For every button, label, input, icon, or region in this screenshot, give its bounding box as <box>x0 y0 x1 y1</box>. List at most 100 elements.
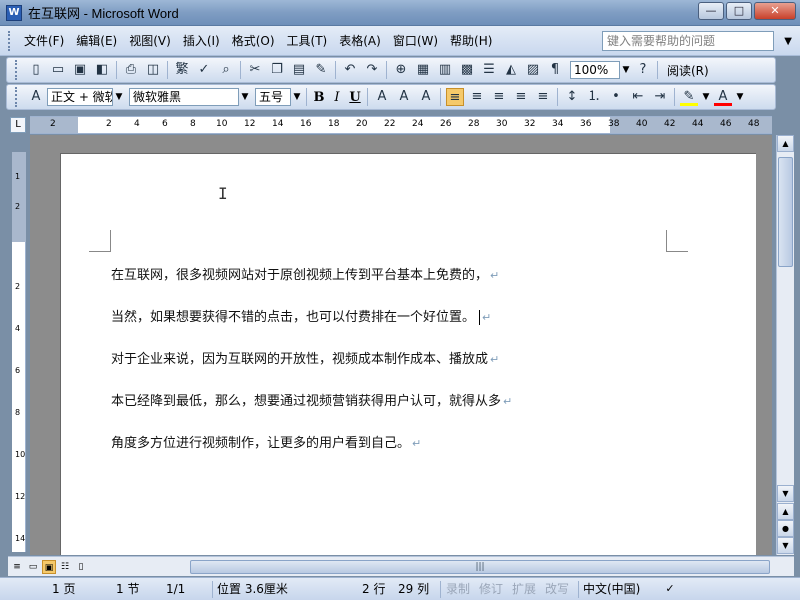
paste-icon[interactable]: ▤ <box>290 61 308 79</box>
bullets-icon[interactable]: • <box>607 88 625 106</box>
permission-icon[interactable]: ◧ <box>93 61 111 79</box>
drawing-icon[interactable]: ◭ <box>502 61 520 79</box>
justify-icon[interactable]: ≡ <box>512 88 530 106</box>
bold-icon[interactable]: B <box>310 90 328 105</box>
help-dropdown-arrow-icon[interactable]: ▼ <box>784 36 792 47</box>
document-line[interactable]: 角度多方位进行视频制作，让更多的用户看到自己。 ↵ <box>111 432 421 451</box>
char-shading-icon[interactable]: A <box>395 88 413 106</box>
status-track-changes[interactable]: 修订 <box>479 581 503 598</box>
vertical-scroll-thumb[interactable] <box>778 157 793 267</box>
horizontal-ruler[interactable]: 2 2 4 6 8 10 12 14 16 18 20 22 24 26 28 … <box>30 116 772 134</box>
toolbar-grip-handle[interactable] <box>15 87 19 107</box>
outline-view-icon[interactable]: ☷ <box>58 560 72 574</box>
spelling-icon[interactable]: ✓ <box>195 61 213 79</box>
insert-table-icon[interactable]: ▥ <box>436 61 454 79</box>
help-icon[interactable]: ? <box>634 61 652 79</box>
menu-format[interactable]: 格式(O) <box>226 26 281 56</box>
menu-insert[interactable]: 插入(I) <box>177 26 226 56</box>
font-dropdown-arrow-icon[interactable]: ▼ <box>239 88 251 106</box>
size-dropdown-arrow-icon[interactable]: ▼ <box>291 88 303 106</box>
redo-icon[interactable]: ↷ <box>363 61 381 79</box>
new-document-icon[interactable]: ▯ <box>27 61 45 79</box>
align-right-icon[interactable]: ≡ <box>490 88 508 106</box>
toolbar-grip-handle[interactable] <box>15 60 19 80</box>
columns-icon[interactable]: ☰ <box>480 61 498 79</box>
status-overtype[interactable]: 改写 <box>545 581 569 598</box>
vertical-ruler[interactable]: 1 2 2 4 6 8 10 12 14 <box>12 152 26 552</box>
underline-icon[interactable]: U <box>346 90 364 105</box>
font-color-dropdown-arrow-icon[interactable]: ▼ <box>734 88 746 106</box>
menu-grip-handle[interactable] <box>8 30 12 51</box>
next-page-icon[interactable]: ▼ <box>777 537 794 554</box>
char-scale-icon[interactable]: A <box>417 88 435 106</box>
highlight-icon[interactable]: ✎ <box>680 88 698 106</box>
document-line[interactable]: 对于企业来说，因为互联网的开放性，视频成本制作成本、播放成 ↵ <box>111 348 499 367</box>
zoom-input[interactable]: 100% <box>570 61 620 79</box>
italic-icon[interactable]: I <box>328 90 346 105</box>
help-search-input[interactable]: 键入需要帮助的问题 <box>602 31 774 51</box>
align-center-icon[interactable]: ≡ <box>468 88 486 106</box>
print-icon[interactable]: ⎙ <box>122 61 140 79</box>
zoom-dropdown-arrow-icon[interactable]: ▼ <box>620 61 632 79</box>
line-spacing-icon[interactable]: ↕ <box>563 88 581 106</box>
font-size-select[interactable]: 五号 <box>255 88 291 106</box>
menu-view[interactable]: 视图(V) <box>123 26 177 56</box>
undo-icon[interactable]: ↶ <box>341 61 359 79</box>
cut-icon[interactable]: ✂ <box>246 61 264 79</box>
insert-excel-icon[interactable]: ▩ <box>458 61 476 79</box>
menu-tools[interactable]: 工具(T) <box>281 26 334 56</box>
status-language[interactable]: 中文(中国) <box>583 581 640 598</box>
document-line[interactable]: 当然，如果想要获得不错的点击，也可以付费排在一个好位置。 ↵ <box>111 306 491 325</box>
style-select[interactable]: 正文 + 微软 <box>47 88 113 106</box>
save-icon[interactable]: ▣ <box>71 61 89 79</box>
decrease-indent-icon[interactable]: ⇤ <box>629 88 647 106</box>
browse-object-icon[interactable]: ● <box>777 520 794 537</box>
menu-table[interactable]: 表格(A) <box>333 26 387 56</box>
previous-page-icon[interactable]: ▲ <box>777 503 794 520</box>
align-left-icon[interactable]: ≡ <box>446 88 464 106</box>
styles-formatting-icon[interactable]: A <box>27 88 45 106</box>
document-line[interactable]: 本已经降到最低，那么，想要通过视频营销获得用户认可，就得从多 ↵ <box>111 390 512 409</box>
traditional-chinese-convert-icon[interactable]: 繁 <box>173 61 191 79</box>
horizontal-scroll-thumb[interactable]: ||| <box>190 560 770 574</box>
menu-help[interactable]: 帮助(H) <box>444 26 498 56</box>
font-select[interactable]: 微软雅黑 <box>129 88 239 106</box>
distributed-icon[interactable]: ≡ <box>534 88 552 106</box>
horizontal-scroll-track[interactable]: ||| <box>180 559 778 575</box>
scroll-down-icon[interactable]: ▼ <box>777 485 794 502</box>
increase-indent-icon[interactable]: ⇥ <box>651 88 669 106</box>
document-line[interactable]: 在互联网，很多视频网站对于原创视频上传到平台基本上免费的， ↵ <box>111 264 499 283</box>
menu-edit[interactable]: 编辑(E) <box>70 26 123 56</box>
print-layout-view-icon[interactable]: ▣ <box>42 560 56 574</box>
read-mode-button[interactable]: 阅读(R) <box>667 62 709 79</box>
scroll-up-icon[interactable]: ▲ <box>777 135 794 152</box>
close-button[interactable]: ✕ <box>754 2 796 20</box>
hyperlink-icon[interactable]: ⊕ <box>392 61 410 79</box>
research-icon[interactable]: ⌕ <box>217 61 235 79</box>
format-painter-icon[interactable]: ✎ <box>312 61 330 79</box>
status-record[interactable]: 录制 <box>446 581 470 598</box>
menu-file[interactable]: 文件(F) <box>18 26 70 56</box>
document-page[interactable]: I 在互联网，很多视频网站对于原创视频上传到平台基本上免费的， ↵ 当然，如果想要… <box>60 153 756 555</box>
minimize-button[interactable]: — <box>698 2 724 20</box>
char-border-icon[interactable]: A <box>373 88 391 106</box>
open-folder-icon[interactable]: ▭ <box>49 61 67 79</box>
show-hide-icon[interactable]: ¶ <box>546 61 564 79</box>
reading-view-icon[interactable]: ▯ <box>74 560 88 574</box>
spelling-status-icon[interactable]: ✓ <box>660 581 680 597</box>
style-dropdown-arrow-icon[interactable]: ▼ <box>113 88 125 106</box>
status-extend[interactable]: 扩展 <box>512 581 536 598</box>
word-app-icon[interactable]: W <box>6 4 22 21</box>
numbering-icon[interactable]: ⒈ <box>585 88 603 106</box>
web-view-icon[interactable]: ▭ <box>26 560 40 574</box>
tab-selector-icon[interactable]: L <box>10 117 26 133</box>
menu-window[interactable]: 窗口(W) <box>387 26 444 56</box>
document-map-icon[interactable]: ▨ <box>524 61 542 79</box>
copy-icon[interactable]: ❐ <box>268 61 286 79</box>
print-preview-icon[interactable]: ◫ <box>144 61 162 79</box>
normal-view-icon[interactable]: ≡ <box>10 560 24 574</box>
highlight-dropdown-arrow-icon[interactable]: ▼ <box>700 88 712 106</box>
tables-borders-icon[interactable]: ▦ <box>414 61 432 79</box>
font-color-icon[interactable]: A <box>714 88 732 106</box>
vertical-scrollbar[interactable]: ▲ ▼ ▲ ● ▼ <box>776 135 794 555</box>
